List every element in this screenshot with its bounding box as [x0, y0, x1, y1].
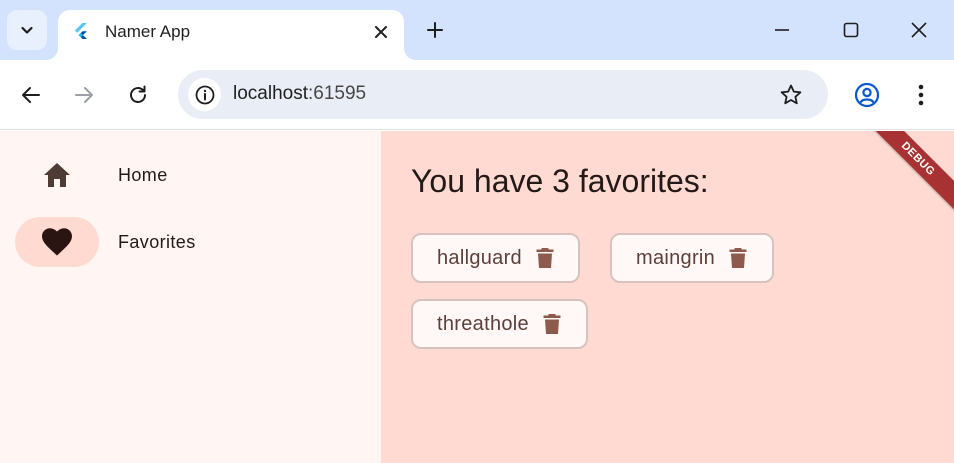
- url-host: localhost: [233, 83, 308, 104]
- new-tab-button[interactable]: [422, 17, 448, 43]
- browser-tab-strip: Namer App: [0, 0, 954, 60]
- forward-button[interactable]: [70, 81, 98, 109]
- tab-title: Namer App: [105, 22, 191, 41]
- rail-indicator-active: [15, 217, 99, 267]
- tab-search-button[interactable]: [7, 10, 47, 50]
- arrow-left-icon: [22, 87, 40, 103]
- app-body: Home Favorites You have 3 favorites: hal…: [0, 131, 954, 463]
- site-info-button[interactable]: [188, 78, 221, 111]
- arrow-right-icon: [75, 87, 93, 103]
- navigation-rail: Home Favorites: [0, 131, 381, 463]
- window-close-button[interactable]: [906, 17, 932, 43]
- rail-indicator: [15, 150, 99, 200]
- trash-icon: [543, 314, 561, 334]
- url-port: :61595: [308, 83, 367, 104]
- rail-item-home[interactable]: Home: [15, 150, 355, 200]
- reload-icon: [130, 85, 146, 103]
- browser-menu-button[interactable]: [907, 81, 935, 109]
- heart-icon: [42, 228, 72, 256]
- star-icon: [780, 84, 802, 105]
- delete-button[interactable]: [534, 246, 556, 270]
- bookmark-button[interactable]: [778, 82, 804, 108]
- minimize-icon: [775, 29, 789, 31]
- rail-item-favorites[interactable]: Favorites: [15, 217, 355, 267]
- home-icon: [44, 163, 70, 187]
- favorite-chip[interactable]: maingrin: [610, 233, 774, 283]
- trash-icon: [536, 248, 554, 268]
- browser-tab[interactable]: Namer App: [58, 10, 404, 60]
- rail-label-home: Home: [118, 165, 168, 185]
- account-icon: [854, 82, 880, 108]
- plus-icon: [427, 22, 443, 38]
- delete-button[interactable]: [541, 312, 563, 336]
- url-text: localhost:61595: [233, 83, 366, 105]
- favorite-label: maingrin: [636, 246, 716, 269]
- flutter-icon: [75, 23, 87, 39]
- tab-close-button[interactable]: [370, 21, 392, 43]
- address-bar[interactable]: localhost:61595: [178, 70, 828, 119]
- rail-label-favorites: Favorites: [118, 232, 196, 252]
- favorite-chip[interactable]: hallguard: [411, 233, 580, 283]
- chevron-down-icon: [21, 26, 33, 34]
- debug-banner: DEBUG: [861, 131, 954, 216]
- maximize-button[interactable]: [838, 17, 864, 43]
- close-icon: [911, 22, 927, 38]
- favorite-label: threathole: [437, 312, 529, 335]
- trash-icon: [729, 248, 747, 268]
- close-icon: [375, 26, 387, 38]
- browser-toolbar: localhost:61595: [0, 60, 954, 130]
- favorite-label: hallguard: [437, 246, 522, 269]
- info-icon: [195, 85, 214, 104]
- delete-button[interactable]: [727, 246, 749, 270]
- reload-button[interactable]: [124, 81, 152, 109]
- maximize-icon: [843, 22, 859, 38]
- favorites-page: You have 3 favorites: hallguard maingrin…: [381, 131, 954, 463]
- profile-button[interactable]: [853, 81, 881, 109]
- back-button[interactable]: [17, 81, 45, 109]
- favorite-chip[interactable]: threathole: [411, 299, 588, 349]
- kebab-icon: [918, 84, 924, 106]
- favorites-heading: You have 3 favorites:: [411, 163, 709, 199]
- minimize-button[interactable]: [769, 17, 795, 43]
